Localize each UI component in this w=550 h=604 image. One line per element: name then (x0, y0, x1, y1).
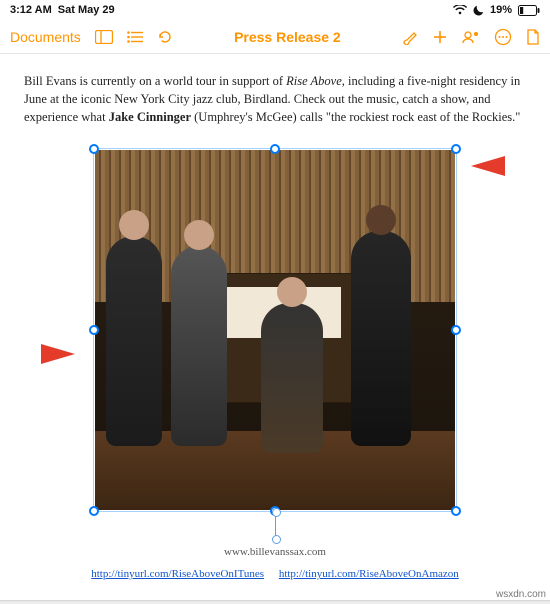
selected-image[interactable] (95, 150, 455, 510)
collaborate-icon[interactable] (462, 30, 480, 44)
battery-icon (518, 5, 540, 16)
battery-percent: 19% (490, 4, 512, 16)
status-date: Sat May 29 (58, 4, 115, 16)
resize-handle-bottom-right[interactable] (451, 506, 461, 516)
body-text-1: Bill Evans is currently on a world tour … (24, 74, 286, 88)
resize-handle-right[interactable] (451, 325, 461, 335)
new-doc-icon[interactable] (526, 29, 540, 45)
annotation-arrow-top-right (471, 156, 505, 176)
app-toolbar: Documents Press Release 2 (0, 20, 550, 54)
wifi-icon (453, 5, 467, 15)
document-title[interactable]: Press Release 2 (187, 29, 388, 45)
annotation-arrow-left (41, 344, 75, 364)
status-bar: 3:12 AM Sat May 29 19% (0, 0, 550, 20)
image-content (95, 150, 455, 510)
list-icon[interactable] (127, 31, 143, 43)
watermark: wsxdn.com (496, 589, 546, 600)
image-caption[interactable]: www.billevanssax.com (24, 546, 526, 558)
add-icon[interactable] (432, 29, 448, 45)
link-amazon[interactable]: http://tinyurl.com/RiseAboveOnAmazon (279, 568, 459, 580)
documents-back-button[interactable]: Documents (10, 29, 81, 45)
body-paragraph[interactable]: Bill Evans is currently on a world tour … (24, 72, 526, 126)
links-row: http://tinyurl.com/RiseAboveOnITunes htt… (24, 568, 526, 580)
status-right: 19% (453, 4, 540, 16)
caption-connector[interactable] (275, 512, 276, 540)
link-itunes[interactable]: http://tinyurl.com/RiseAboveOnITunes (91, 568, 264, 580)
sidebar-toggle-icon[interactable] (95, 30, 113, 44)
document-canvas[interactable]: Bill Evans is currently on a world tour … (0, 54, 550, 604)
resize-handle-top-right[interactable] (451, 144, 461, 154)
do-not-disturb-icon (473, 5, 484, 16)
status-time: 3:12 AM (10, 4, 52, 16)
body-text-3: (Umphrey's McGee) calls "the rockiest ro… (191, 110, 520, 124)
resize-handle-bottom-left[interactable] (89, 506, 99, 516)
body-text-italic: Rise Above (286, 74, 342, 88)
document-page: Bill Evans is currently on a world tour … (0, 54, 550, 601)
more-icon[interactable] (494, 28, 512, 46)
body-text-bold: Jake Cinninger (109, 110, 191, 124)
status-left: 3:12 AM Sat May 29 (10, 4, 115, 16)
paintbrush-icon[interactable] (402, 29, 418, 45)
undo-icon[interactable] (157, 29, 173, 45)
